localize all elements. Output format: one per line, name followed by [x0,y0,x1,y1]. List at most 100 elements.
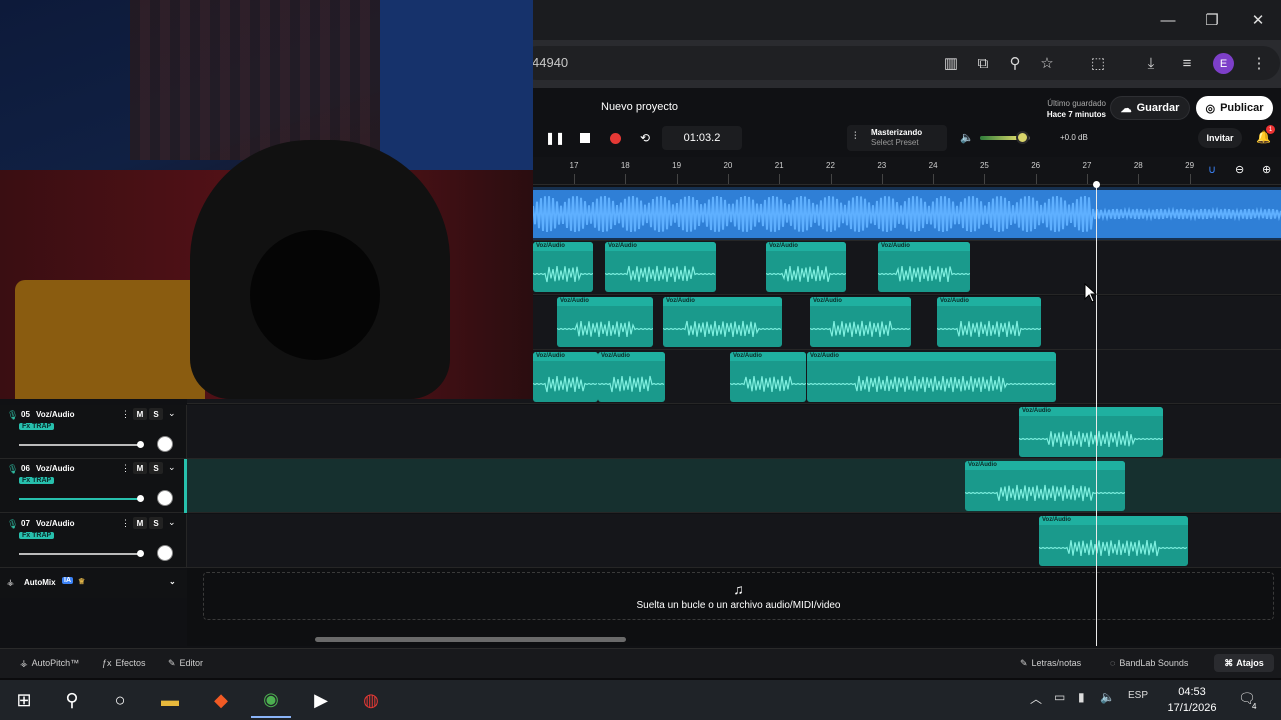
loop-icon[interactable]: ⟲ [633,126,657,150]
lyrics-button[interactable]: ✎ Letras/notas [1020,655,1081,671]
track-header-05[interactable]: 🎙 05 Voz/Audio ⋮ M S ⌄ Fx TRAP [0,405,187,459]
track-volume-slider[interactable] [19,444,139,446]
bookmark-star-icon[interactable]: ☆ [1035,52,1059,74]
editor-button[interactable]: ✎ Editor [168,655,203,671]
invite-button[interactable]: Invitar [1198,128,1242,148]
track-volume-slider[interactable] [19,498,139,500]
fx-badge[interactable]: Fx TRAP [19,423,55,430]
zoom-icon[interactable]: ⚲ [1003,52,1027,74]
maximize-button[interactable]: ❐ [1189,0,1235,40]
bandlab-sounds-button[interactable]: ◌ BandLab Sounds [1110,655,1188,671]
tray-usb-icon[interactable]: ▮ [1078,690,1085,704]
tray-expand-icon[interactable]: ︿ [1030,690,1042,707]
fx-badge[interactable]: Fx TRAP [19,532,55,539]
speaker-icon[interactable]: 🔈 [960,131,974,144]
timeline-ruler[interactable] [533,157,1281,185]
snap-magnet-icon[interactable]: ∪ [1208,163,1216,176]
brave-browser-icon[interactable]: ◆ [201,682,241,718]
media-player-icon[interactable]: ▶ [301,682,341,718]
track-menu-icon[interactable]: ⋮ [121,463,130,474]
autopitch-button[interactable]: ⚶ AutoPitch™ [20,655,79,671]
close-window-button[interactable]: ✕ [1235,0,1281,40]
pan-knob[interactable] [157,436,173,452]
extensions-icon[interactable]: ⬚ [1086,52,1110,74]
track-volume-handle[interactable] [137,550,144,557]
project-title[interactable]: Nuevo proyecto [601,101,678,113]
mute-button[interactable]: M [133,517,147,529]
track-volume-handle[interactable] [137,495,144,502]
chevron-down-icon[interactable]: ⌄ [169,577,176,586]
mute-button[interactable]: M [133,408,147,420]
record-button[interactable] [603,126,627,150]
shortcuts-button[interactable]: ⌘ Atajos [1214,654,1274,672]
automix-row[interactable]: ⚶ AutoMix IA ♕ ⌄ [0,570,187,598]
track-header-07[interactable]: 🎙 07 Voz/Audio ⋮ M S ⌄ Fx TRAP [0,514,187,568]
profile-avatar[interactable]: E [1213,53,1234,74]
save-button[interactable]: ☁ Guardar [1110,96,1190,120]
windows-start-icon[interactable]: ⊞ [4,682,44,718]
tray-device-icon[interactable]: ▭ [1054,690,1065,704]
chevron-down-icon[interactable]: ⌄ [168,517,176,528]
obs-recording-icon[interactable]: ◍ [351,682,391,718]
cast-icon[interactable]: ⧉ [971,52,995,74]
track-volume-slider[interactable] [19,553,139,555]
pan-knob[interactable] [157,490,173,506]
media-queue-icon[interactable]: ≡ [1175,52,1199,74]
search-icon[interactable]: ⚲ [52,682,92,718]
track-header-06[interactable]: 🎙 06 Voz/Audio ⋮ M S ⌄ Fx TRAP [0,459,187,513]
audio-clip[interactable]: Voz/Audio [557,297,653,347]
pan-knob[interactable] [157,545,173,561]
audio-clip[interactable]: Voz/Audio [598,352,665,402]
horizontal-scrollbar[interactable] [315,637,626,642]
chrome-icon[interactable]: ◉ [251,682,291,718]
audio-clip[interactable]: Voz/Audio [937,297,1041,347]
mute-button[interactable]: M [133,462,147,474]
chevron-down-icon[interactable]: ⌄ [168,462,176,473]
solo-button[interactable]: S [149,462,163,474]
publish-button[interactable]: ◎ Publicar [1196,96,1273,120]
fx-badge[interactable]: Fx TRAP [19,477,55,484]
master-waveform-clip[interactable] [533,190,1281,238]
track-name[interactable]: Voz/Audio [36,519,75,528]
url-text[interactable]: 44940 [532,55,568,70]
track-name[interactable]: Voz/Audio [36,464,75,473]
playhead-handle[interactable] [1093,181,1100,188]
reading-mode-icon[interactable]: ▥ [939,52,963,74]
cortana-icon[interactable]: ○ [100,682,140,718]
audio-clip[interactable]: Voz/Audio [533,352,598,402]
master-volume-knob[interactable] [1016,131,1029,144]
audio-clip[interactable]: Voz/Audio [878,242,970,292]
downloads-icon[interactable]: ⤓ [1139,52,1163,74]
language-indicator[interactable]: ESP [1128,690,1148,701]
zoom-out-icon[interactable]: ⊖ [1235,163,1244,176]
zoom-in-icon[interactable]: ⊕ [1262,163,1271,176]
solo-button[interactable]: S [149,517,163,529]
track-menu-icon[interactable]: ⋮ [121,518,130,529]
audio-clip[interactable]: Voz/Audio [810,297,911,347]
effects-button[interactable]: ƒx Efectos [102,655,146,671]
stop-button[interactable] [573,126,597,150]
track-name[interactable]: Voz/Audio [36,410,75,419]
drop-zone[interactable]: ♫ Suelta un bucle o un archivo audio/MID… [203,572,1274,620]
audio-clip[interactable]: Voz/Audio [1039,516,1188,566]
address-bar[interactable] [520,46,1280,80]
audio-clip[interactable]: Voz/Audio [730,352,806,402]
audio-clip[interactable]: Voz/Audio [1019,407,1163,457]
track-volume-handle[interactable] [137,441,144,448]
track-menu-icon[interactable]: ⋮ [121,409,130,420]
audio-clip[interactable]: Voz/Audio [807,352,1056,402]
file-explorer-icon[interactable]: ▬ [150,682,190,718]
audio-clip[interactable]: Voz/Audio [965,461,1125,511]
audio-clip[interactable]: Voz/Audio [533,242,593,292]
audio-clip[interactable]: Voz/Audio [605,242,716,292]
browser-menu-icon[interactable]: ⋮ [1247,52,1271,74]
chevron-down-icon[interactable]: ⌄ [168,408,176,419]
mastering-button[interactable]: ⫶ Masterizando Select Preset [847,125,947,151]
taskbar-clock[interactable]: 04:53 17/1/2026 [1158,684,1226,716]
playhead[interactable] [1096,184,1097,646]
audio-clip[interactable]: Voz/Audio [663,297,782,347]
solo-button[interactable]: S [149,408,163,420]
pause-button[interactable]: ❚❚ [543,126,567,150]
minimize-button[interactable]: — [1145,0,1191,40]
tray-volume-icon[interactable]: 🔈 [1100,690,1115,704]
